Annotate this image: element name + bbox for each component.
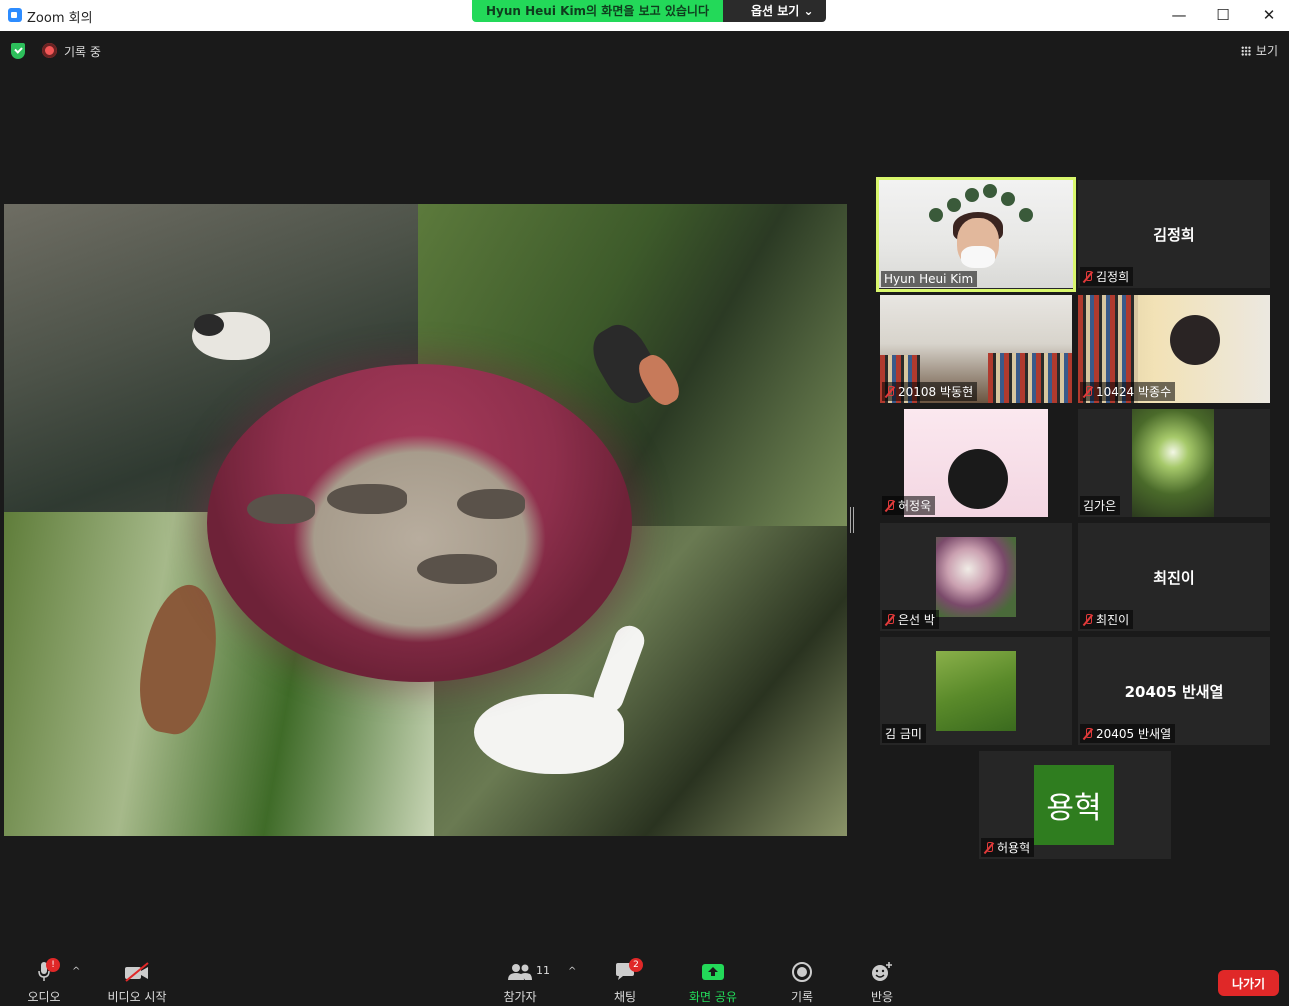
participant-name: Hyun Heui Kim [881, 271, 978, 287]
participant-name: 김정희 [1080, 267, 1134, 286]
participant-name: 최진이 [1080, 610, 1134, 629]
start-video-label: 비디오 시작 [107, 990, 167, 1004]
recording-icon [42, 43, 57, 58]
mic-muted-icon [1083, 270, 1093, 283]
record-label: 기록 [790, 990, 814, 1004]
participant-name: 허정욱 [882, 496, 936, 515]
head-shape [1170, 315, 1220, 365]
participants-options-caret[interactable]: ^ [568, 966, 576, 977]
participant-name: 20108 박동현 [882, 382, 978, 401]
minimize-button[interactable]: — [1156, 0, 1202, 31]
participant-big-name: 20405 반새열 [1124, 683, 1224, 701]
participant-big-name: 김정희 [1153, 226, 1195, 244]
mask-shape [961, 246, 995, 268]
plant-pot-shape [1019, 208, 1033, 222]
participants-label: 참가자 [503, 990, 537, 1004]
video-off-icon [125, 962, 149, 982]
plant-pot-shape [983, 184, 997, 198]
share-banner: Hyun Heui Kim의 화면을 보고 있습니다 옵션 보기 ⌄ [472, 0, 826, 22]
window-title: Zoom 회의 [27, 11, 93, 26]
participant-tile[interactable]: 최진이 최진이 [1078, 523, 1270, 631]
participant-tile[interactable]: 은선 박 [880, 523, 1072, 631]
participant-tile[interactable]: 김 금미 [880, 637, 1072, 745]
view-options-button[interactable]: 옵션 보기 ⌄ [723, 0, 826, 22]
participant-name: 20405 반새열 [1080, 724, 1176, 743]
participant-name: 김가은 [1080, 496, 1121, 515]
participants-icon [508, 964, 532, 980]
goose-shape [417, 554, 497, 584]
participant-tile[interactable]: Hyun Heui Kim [876, 177, 1076, 292]
participant-tile[interactable]: 20405 반새열 20405 반새열 [1078, 637, 1270, 745]
zoom-logo-icon [8, 8, 22, 22]
participant-tile[interactable]: 20108 박동현 [880, 295, 1072, 403]
mic-muted-icon [885, 613, 895, 626]
bookshelf-shape [988, 353, 1072, 403]
participant-avatar: 용혁 [1034, 765, 1114, 845]
goose-shape [247, 494, 315, 524]
reactions-button[interactable]: 반응 [862, 960, 902, 1005]
field-profile-image [936, 651, 1016, 731]
participant-tile[interactable]: 용혁 허용혁 [979, 751, 1171, 859]
participants-count: 11 [536, 964, 550, 977]
participant-tile[interactable]: 허정욱 [880, 409, 1072, 517]
close-button[interactable]: ✕ [1246, 0, 1289, 31]
plant-pot-shape [1001, 192, 1015, 206]
record-icon [792, 962, 812, 982]
geese-oval-photo [207, 364, 632, 682]
share-screen-label: 화면 공유 [689, 990, 737, 1004]
start-video-button[interactable]: 비디오 시작 [100, 960, 174, 1005]
plant-pot-shape [965, 188, 979, 202]
mic-muted-icon [984, 841, 994, 854]
participant-tile[interactable]: 김가은 [1078, 409, 1270, 517]
audio-warning-badge: ! [46, 958, 60, 972]
chat-label: 채팅 [613, 990, 637, 1004]
encryption-shield-icon[interactable] [11, 43, 25, 59]
tit-head-shape [194, 314, 224, 336]
reactions-label: 반응 [870, 990, 894, 1004]
participant-name: 김 금미 [882, 724, 926, 743]
recording-label: 기록 중 [64, 45, 101, 59]
leave-button[interactable]: 나가기 [1218, 970, 1279, 996]
participant-big-name: 최진이 [1153, 569, 1195, 587]
goose-shape [457, 489, 525, 519]
participant-tile[interactable]: 김정희 김정희 [1078, 180, 1270, 288]
plant-pot-shape [947, 198, 961, 212]
plant-pot-shape [929, 208, 943, 222]
view-button-label: 보기 [1255, 44, 1278, 58]
mic-muted-icon [1083, 385, 1093, 398]
forest-video-feed [1132, 409, 1214, 517]
chat-button[interactable]: 2 채팅 [605, 958, 645, 1005]
panel-splitter[interactable] [850, 507, 854, 533]
mic-muted-icon [1083, 613, 1093, 626]
audio-button[interactable]: ! 오디오 [22, 958, 66, 1005]
share-screen-button[interactable]: 화면 공유 [684, 960, 742, 1005]
share-status-text: Hyun Heui Kim의 화면을 보고 있습니다 [472, 0, 723, 22]
participant-name: 은선 박 [882, 610, 939, 629]
head-shape [948, 449, 1008, 509]
audio-label: 오디오 [27, 990, 61, 1004]
audio-options-caret[interactable]: ^ [72, 966, 80, 977]
mic-muted-icon [885, 385, 895, 398]
shared-screen [4, 204, 847, 836]
grid-view-icon [1240, 45, 1251, 56]
mic-muted-icon [885, 499, 895, 512]
reactions-icon [872, 962, 892, 981]
meeting-toolbar: ! 오디오 ^ 비디오 시작 참가자 11 ^ 2 채팅 화면 공유 기록 반응 [0, 950, 1289, 1006]
flower-profile-image [936, 537, 1016, 617]
record-button[interactable]: 기록 [782, 960, 822, 1005]
mic-muted-icon [1083, 727, 1093, 740]
chat-unread-badge: 2 [629, 958, 643, 972]
participant-name: 허용혁 [981, 838, 1035, 857]
participant-tile[interactable]: 10424 박종수 [1078, 295, 1270, 403]
view-button[interactable]: 보기 [1240, 42, 1278, 59]
share-screen-icon [702, 964, 724, 980]
maximize-button[interactable]: ☐ [1200, 0, 1246, 31]
goose-shape [327, 484, 407, 514]
participant-name: 10424 박종수 [1080, 382, 1176, 401]
